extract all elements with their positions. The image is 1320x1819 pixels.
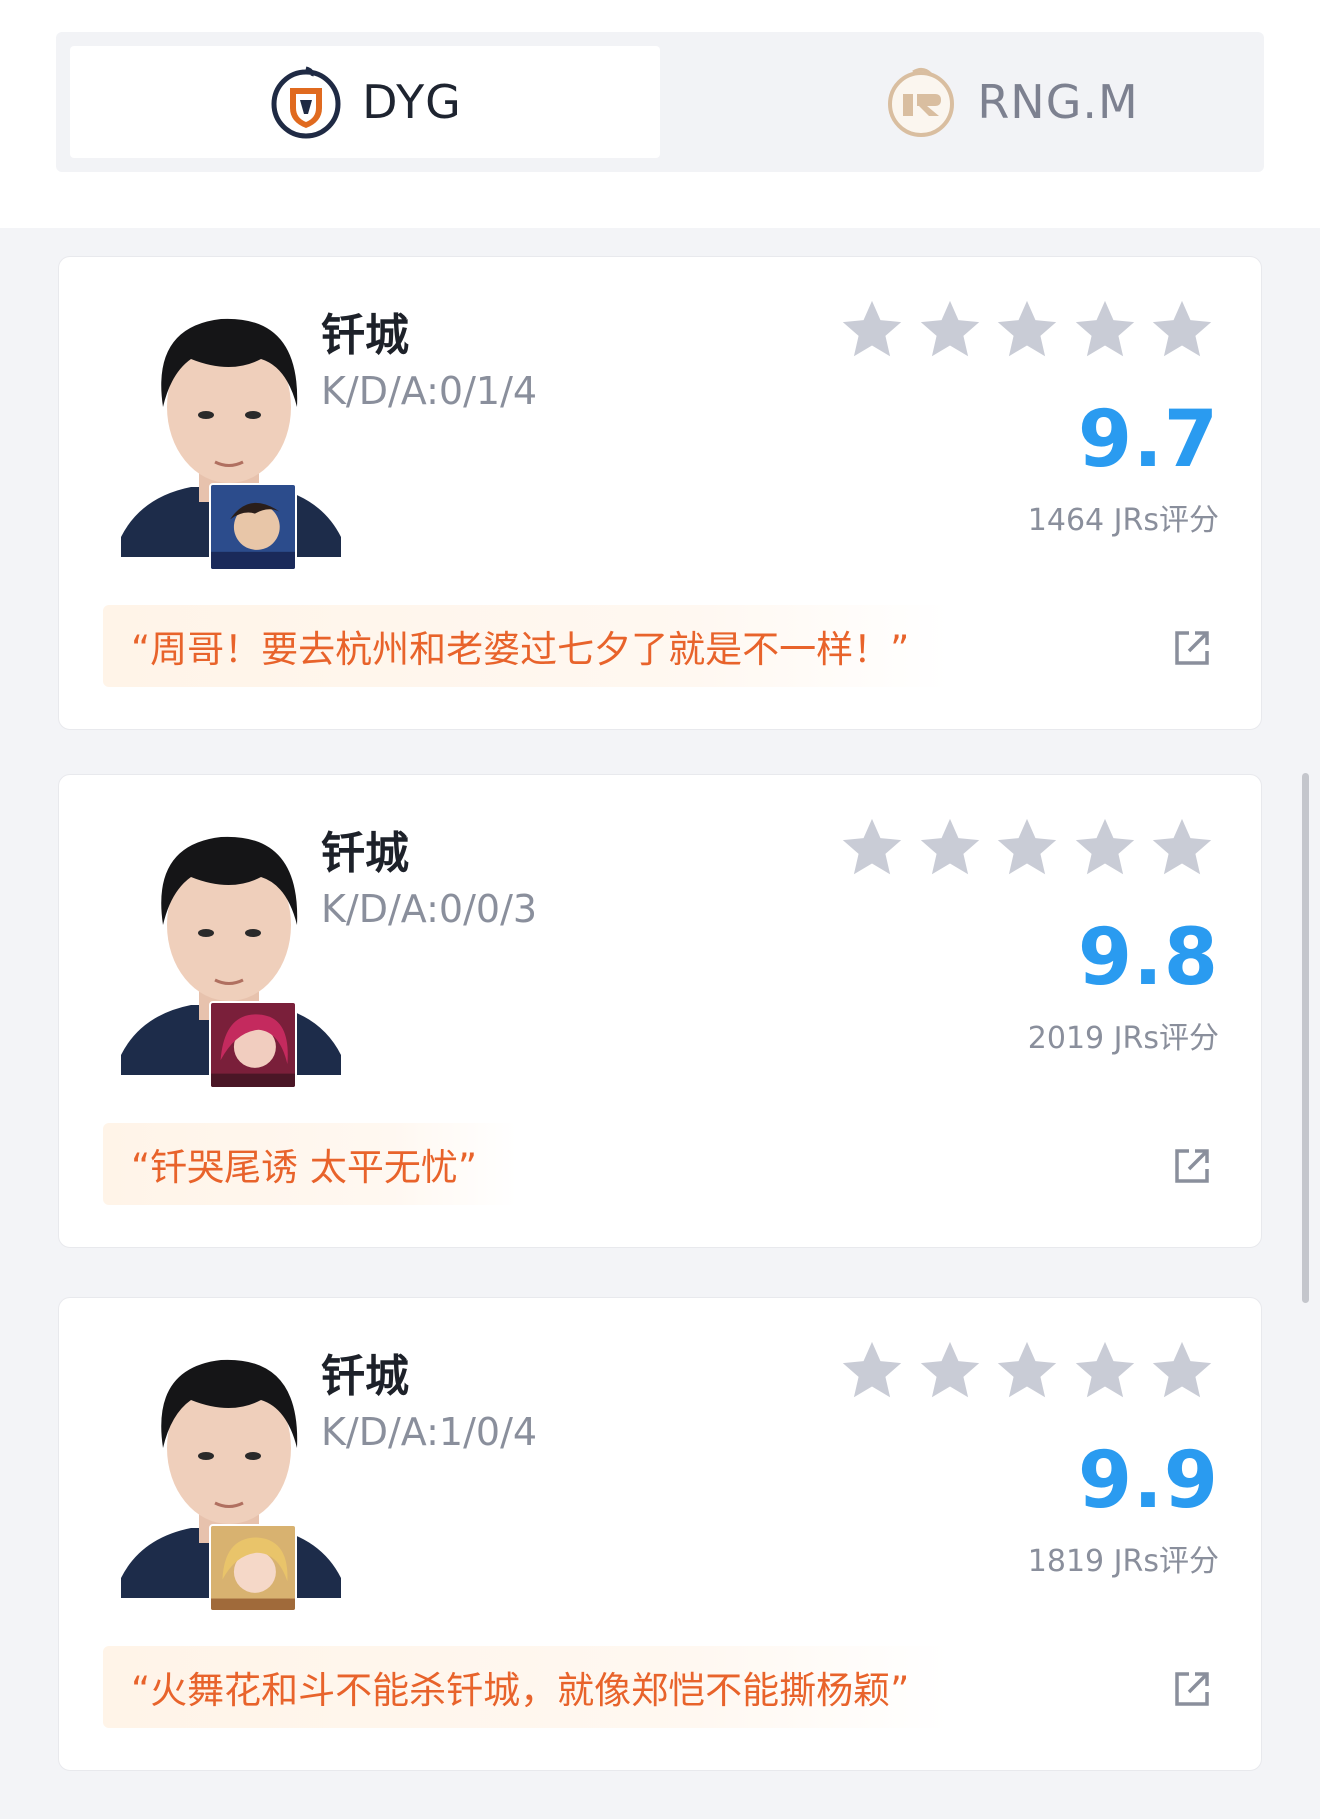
scrollbar[interactable] — [1302, 773, 1309, 1303]
rating-count: 1464 JRs评分 — [1027, 503, 1219, 538]
dyg-logo-icon — [271, 66, 341, 139]
star-rating[interactable] — [837, 295, 1217, 367]
hero-portrait-icon — [209, 1001, 297, 1089]
player-rating-card[interactable]: 钎城 K/D/A:0/1/4 9.7 1464 JRs评分 “周哥！要去杭州和老… — [58, 256, 1262, 730]
star-icon[interactable] — [992, 813, 1062, 883]
star-icon[interactable] — [1147, 813, 1217, 883]
star-icon[interactable] — [1070, 295, 1140, 365]
star-icon[interactable] — [1070, 1336, 1140, 1406]
tab-label: RNG.M — [977, 75, 1139, 129]
rngm-logo-icon — [888, 67, 955, 137]
tab-rngm[interactable]: RNG.M — [716, 46, 1306, 158]
star-icon[interactable] — [915, 1336, 985, 1406]
star-icon[interactable] — [992, 295, 1062, 365]
player-name: 钎城 — [321, 1351, 409, 1402]
average-score: 9.8 — [1077, 913, 1219, 1003]
player-name: 钎城 — [321, 828, 409, 879]
star-rating[interactable] — [837, 1336, 1217, 1408]
player-rating-card[interactable]: 钎城 K/D/A:0/0/3 9.8 2019 JRs评分 “钎哭尾诱 太平无忧… — [58, 774, 1262, 1248]
top-comment-quote[interactable]: “钎哭尾诱 太平无忧” — [103, 1123, 518, 1205]
rating-count: 1819 JRs评分 — [1027, 1544, 1219, 1579]
rating-count: 2019 JRs评分 — [1027, 1021, 1219, 1056]
player-kda: K/D/A:0/1/4 — [321, 369, 538, 413]
team-tabs: DYG RNG.M — [56, 32, 1264, 172]
star-icon[interactable] — [915, 813, 985, 883]
hero-portrait-icon — [209, 483, 297, 571]
star-icon[interactable] — [837, 295, 907, 365]
team-tab-bar: DYG RNG.M — [0, 0, 1320, 228]
share-icon[interactable] — [1171, 627, 1213, 669]
star-icon[interactable] — [1147, 1336, 1217, 1406]
star-icon[interactable] — [837, 813, 907, 883]
player-kda: K/D/A:1/0/4 — [321, 1410, 538, 1454]
top-comment-quote[interactable]: “周哥！要去杭州和老婆过七夕了就是不一样！” — [103, 605, 950, 687]
tab-dyg[interactable]: DYG — [70, 46, 660, 158]
player-rating-card[interactable]: 钎城 K/D/A:1/0/4 9.9 1819 JRs评分 “火舞花和斗不能杀钎… — [58, 1297, 1262, 1771]
average-score: 9.9 — [1077, 1436, 1219, 1526]
tab-label: DYG — [362, 75, 462, 129]
hero-portrait-icon — [209, 1524, 297, 1612]
star-icon[interactable] — [915, 295, 985, 365]
share-icon[interactable] — [1171, 1668, 1213, 1710]
top-comment-quote[interactable]: “火舞花和斗不能杀钎城，就像郑恺不能撕杨颖” — [103, 1646, 950, 1728]
star-rating[interactable] — [837, 813, 1217, 885]
player-kda: K/D/A:0/0/3 — [321, 887, 538, 931]
star-icon[interactable] — [992, 1336, 1062, 1406]
star-icon[interactable] — [1070, 813, 1140, 883]
player-name: 钎城 — [321, 310, 409, 361]
star-icon[interactable] — [837, 1336, 907, 1406]
share-icon[interactable] — [1171, 1145, 1213, 1187]
average-score: 9.7 — [1077, 395, 1219, 485]
star-icon[interactable] — [1147, 295, 1217, 365]
